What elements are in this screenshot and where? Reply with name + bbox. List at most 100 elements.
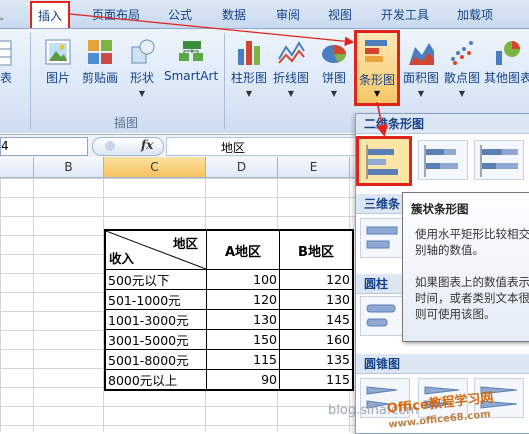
tooltip-line: 如果图表上的数值表示 <box>415 275 529 289</box>
dropdown-arrow-icon: ▼ <box>330 89 338 98</box>
dropdown-arrow-icon: ▼ <box>245 89 253 98</box>
pie-chart-button[interactable]: 饼图 ▼ <box>318 37 350 98</box>
table-button[interactable]: 表 <box>0 37 16 86</box>
area-chart-button[interactable]: 面积图 ▼ <box>402 37 440 98</box>
table-row: 500元以下 100 120 <box>104 269 354 290</box>
shapes-button[interactable]: 形状 ▼ <box>124 37 160 98</box>
cell-b[interactable]: 145 <box>279 309 354 330</box>
row-label[interactable]: 1001-3000元 <box>104 309 207 330</box>
dropdown-arrow-icon: ▼ <box>287 89 295 98</box>
smartart-button[interactable]: SmartArt <box>164 37 218 83</box>
cell-b[interactable]: 130 <box>279 289 354 310</box>
tab-data[interactable]: 数据 <box>222 6 246 23</box>
bar-chart-icon <box>363 37 391 67</box>
scatter-chart-icon <box>448 37 476 67</box>
other-charts-button[interactable]: 其他图表 <box>484 37 529 86</box>
row-label[interactable]: 5001-8000元 <box>104 349 207 370</box>
column-header-e[interactable]: E <box>278 157 350 177</box>
smartart-icon <box>177 37 205 67</box>
table-row: 1001-3000元 130 145 <box>104 309 354 330</box>
cell-a[interactable]: 150 <box>206 329 280 350</box>
tooltip-line: 别轴的数值。 <box>415 243 484 257</box>
tab-fragment: ▁ <box>0 6 3 20</box>
cell-a[interactable]: 100 <box>206 269 280 290</box>
tooltip-line: 则可使用该图。 <box>415 307 496 321</box>
tab-review[interactable]: 审阅 <box>276 6 300 23</box>
cell-a[interactable]: 130 <box>206 309 280 330</box>
circle-handle-icon <box>105 141 115 151</box>
row-label[interactable]: 500元以下 <box>104 269 207 290</box>
area-chart-label: 面积图 <box>402 71 439 85</box>
area-chart-icon <box>407 37 435 67</box>
picture-button[interactable]: 图片 <box>42 37 74 86</box>
column-header-c[interactable]: C <box>104 157 206 177</box>
tooltip-line: 时间，或者类别文本很 <box>415 291 529 305</box>
name-box[interactable]: 4 <box>0 137 88 156</box>
diagonal-header-cell[interactable]: 地区 收入 <box>104 229 207 270</box>
fx-icon[interactable]: fx <box>141 138 153 152</box>
pie-chart-label: 饼图 <box>321 71 346 85</box>
picture-icon <box>44 37 72 67</box>
tab-page-layout[interactable]: 页面布局 <box>92 6 140 23</box>
cell-b[interactable]: 120 <box>279 269 354 290</box>
line-chart-icon <box>277 37 305 67</box>
clustered-bar-thumb[interactable] <box>356 136 412 186</box>
tab-developer[interactable]: 开发工具 <box>381 6 429 23</box>
tab-addins[interactable]: 加载项 <box>457 6 493 23</box>
corner-top-label: 地区 <box>172 236 198 251</box>
clipart-button[interactable]: 剪贴画 <box>80 37 120 86</box>
cell-b[interactable]: 115 <box>279 369 354 391</box>
income-region-table: 地区 收入 A地区 B地区 500元以下 100 120 501-1000元 1… <box>104 229 354 391</box>
picture-label: 图片 <box>45 71 70 85</box>
group-separator <box>30 33 31 129</box>
percent-bar-thumb[interactable] <box>474 140 524 180</box>
chart-type-tooltip: 簇状条形图 使用水平矩形比较相交 别轴的数值。 如果图表上的数值表示 时间，或者… <box>402 192 529 342</box>
tooltip-title: 簇状条形图 <box>411 202 469 216</box>
formula-value: 地区 <box>221 141 246 155</box>
row-label[interactable]: 8000元以上 <box>104 369 207 391</box>
line-chart-button[interactable]: 折线图 ▼ <box>271 37 311 98</box>
cell-a[interactable]: 120 <box>206 289 280 310</box>
section-cone: 圆锥图 <box>356 354 529 374</box>
tooltip-line: 使用水平矩形比较相交 <box>415 227 529 241</box>
smartart-label: SmartArt <box>164 69 219 83</box>
table-label: 表 <box>0 71 12 85</box>
cell-b[interactable]: 135 <box>279 349 354 370</box>
column-chart-button[interactable]: 柱形图 ▼ <box>229 37 269 98</box>
table-row: 501-1000元 120 130 <box>104 289 354 310</box>
other-charts-label: 其他图表 <box>484 71 529 85</box>
line-chart-label: 折线图 <box>272 71 309 85</box>
column-header-d[interactable]: D <box>206 157 278 177</box>
ribbon-tab-bar: ▁ 插入 页面布局 公式 数据 审阅 视图 开发工具 加载项 <box>0 0 529 29</box>
row-label[interactable]: 501-1000元 <box>104 289 207 310</box>
tab-view[interactable]: 视图 <box>328 6 352 23</box>
bar-chart-button[interactable]: 条形图 ▼ <box>354 30 400 106</box>
table-row: 8000元以上 90 115 <box>104 369 354 391</box>
formula-input[interactable]: 地区 <box>166 137 358 156</box>
cell-a[interactable]: 115 <box>206 349 280 370</box>
header-b-region[interactable]: B地区 <box>279 229 354 270</box>
cell-b[interactable]: 160 <box>279 329 354 350</box>
corner-bottom-label: 收入 <box>109 251 135 266</box>
scatter-chart-label: 散点图 <box>443 71 480 85</box>
stacked-bar-thumb[interactable] <box>418 140 468 180</box>
header-a-region[interactable]: A地区 <box>206 229 280 270</box>
cell-a[interactable]: 90 <box>206 369 280 391</box>
group-separator <box>224 33 225 129</box>
tab-formulas[interactable]: 公式 <box>168 6 192 23</box>
row-label[interactable]: 3001-5000元 <box>104 329 207 350</box>
table-icon <box>0 37 13 67</box>
dropdown-arrow-icon: ▼ <box>374 89 381 98</box>
illustrations-group-label: 插图 <box>114 116 139 130</box>
column-header-b[interactable]: B <box>34 157 104 177</box>
dropdown-arrow-icon: ▼ <box>417 89 425 98</box>
clustered-bar-icon <box>366 145 398 179</box>
column-header-a[interactable] <box>0 157 34 177</box>
formula-controls[interactable]: fx <box>92 137 164 156</box>
tab-insert[interactable]: 插入 <box>30 1 71 28</box>
percent-bar-icon <box>480 145 518 177</box>
shapes-icon <box>128 37 156 67</box>
dropdown-arrow-icon: ▼ <box>138 89 146 98</box>
grid-line <box>33 178 34 432</box>
scatter-chart-button[interactable]: 散点图 ▼ <box>442 37 482 98</box>
